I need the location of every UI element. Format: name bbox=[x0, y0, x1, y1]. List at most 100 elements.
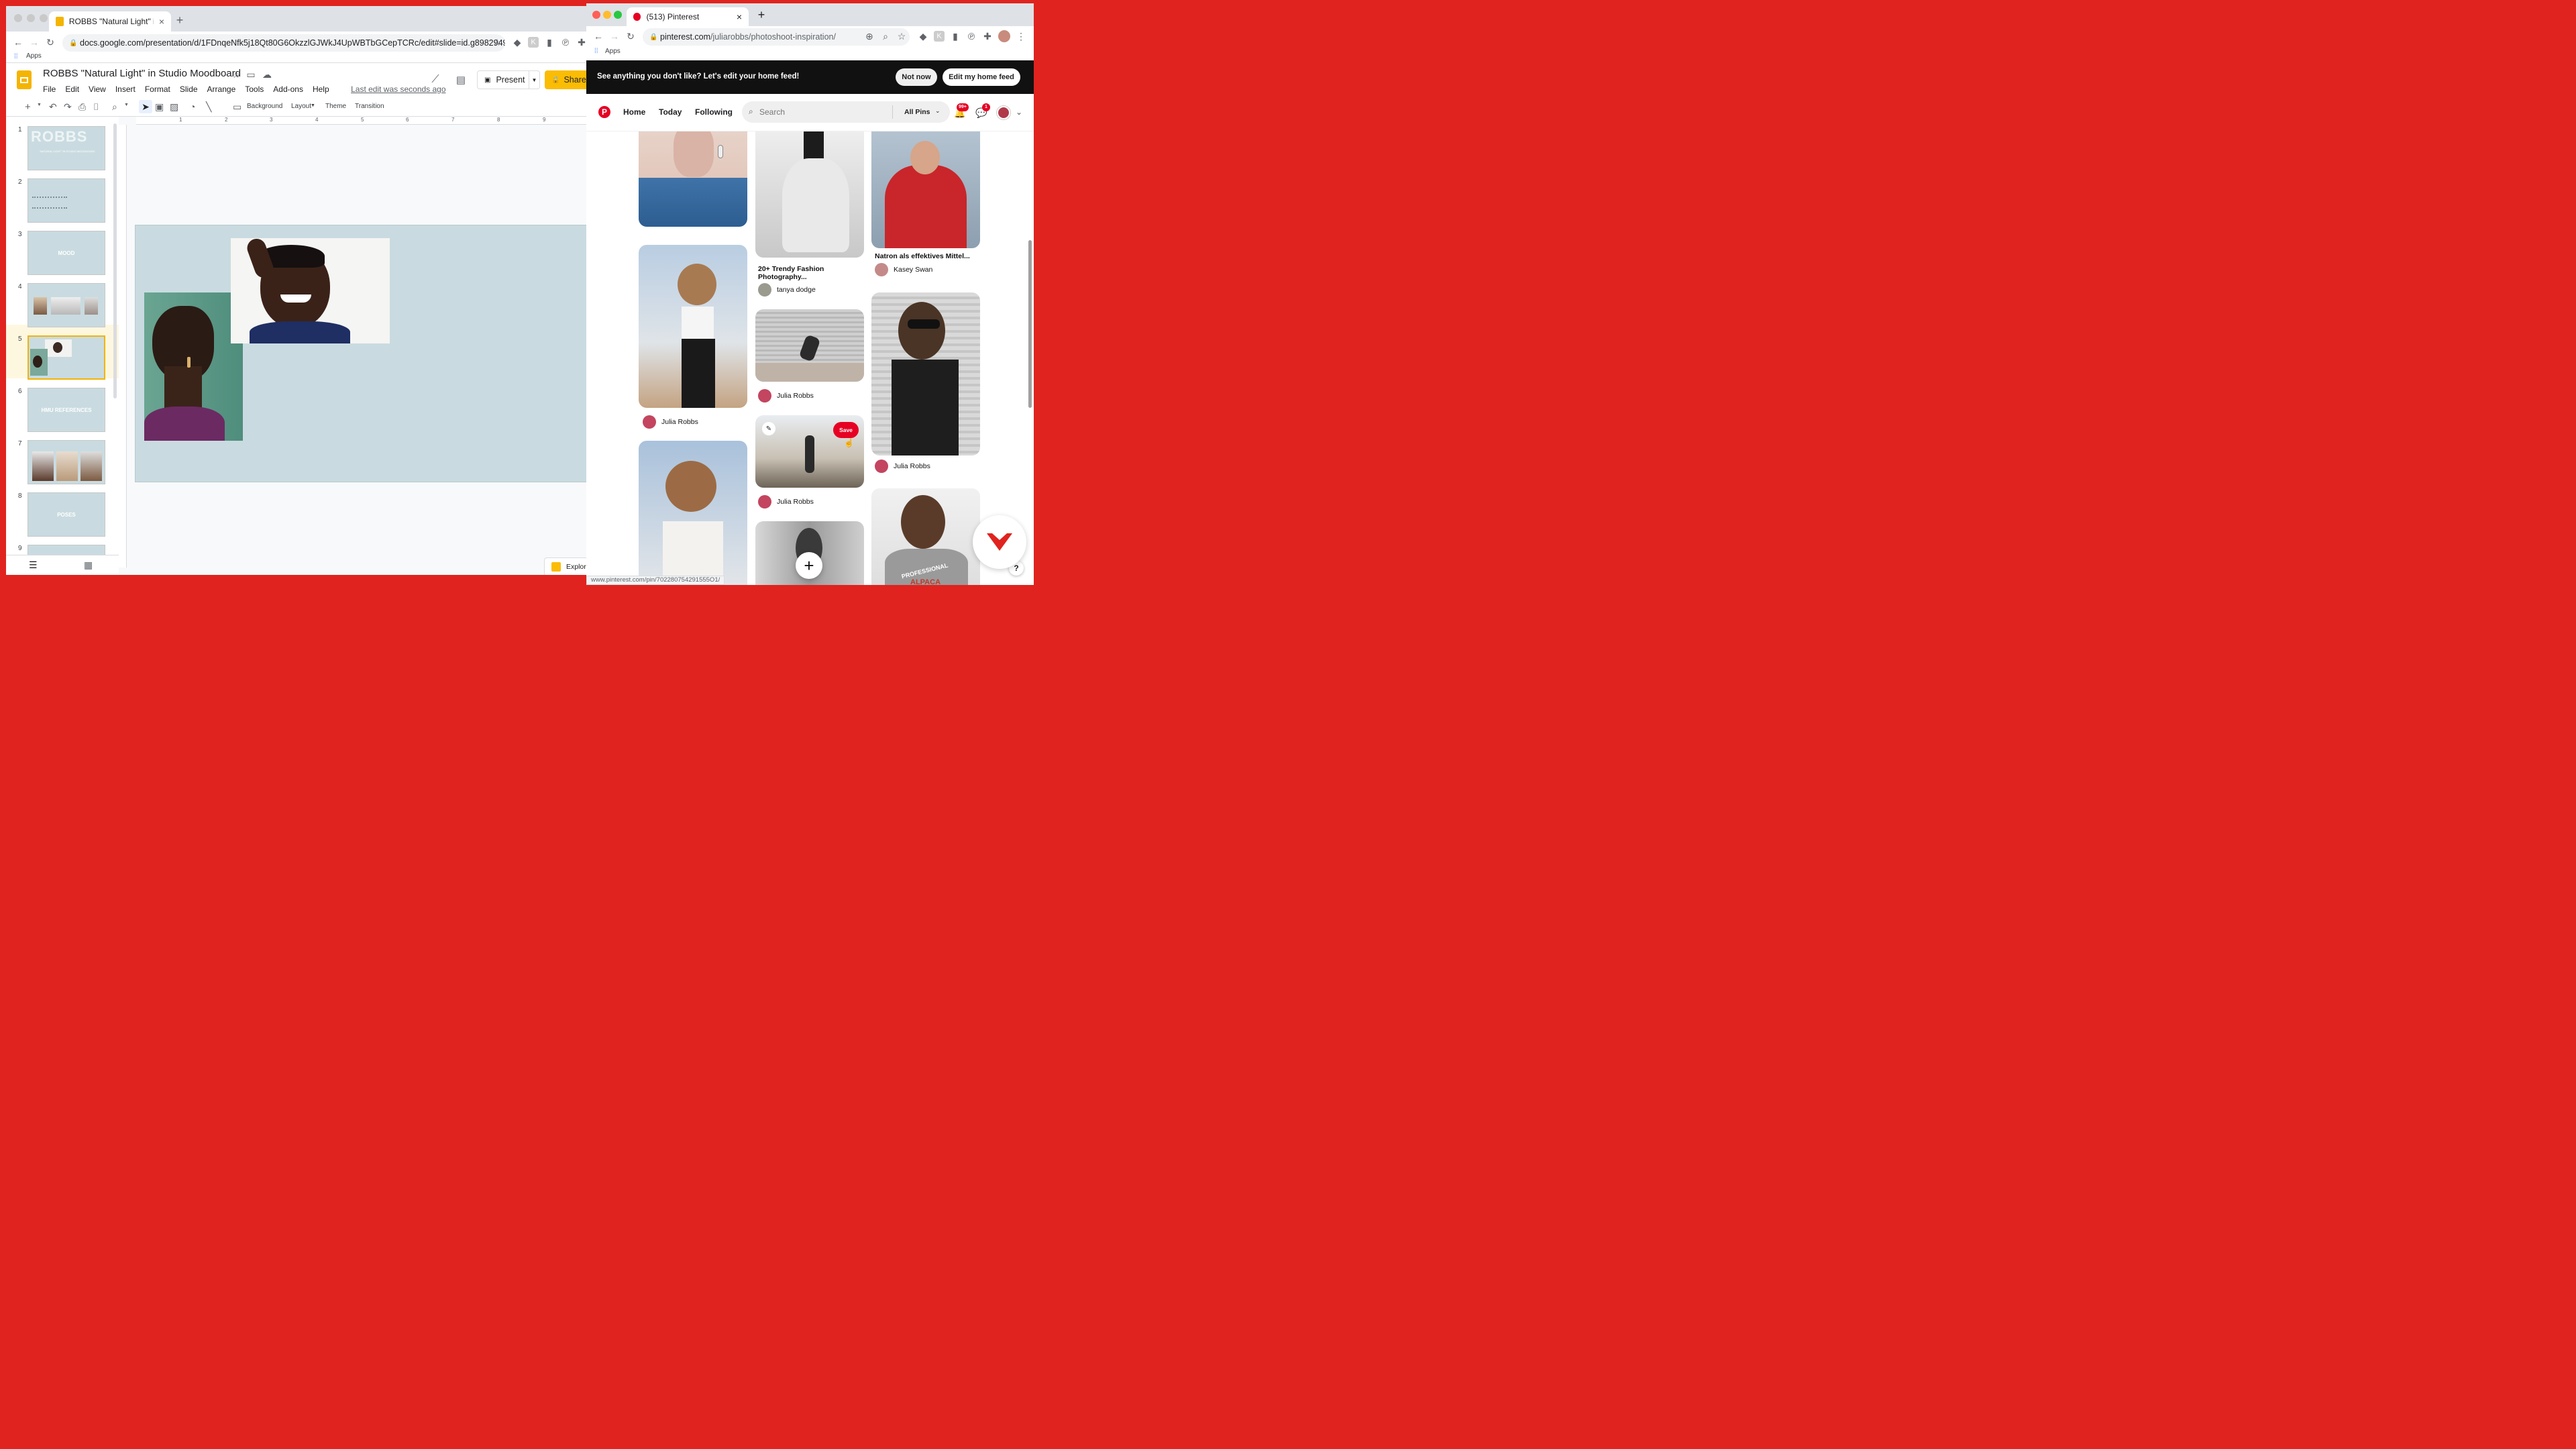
pin-port-woman[interactable]: ✎ Save ☝ bbox=[755, 415, 864, 488]
nav-home[interactable]: Home bbox=[623, 107, 645, 117]
menu-slide[interactable]: Slide bbox=[180, 85, 198, 94]
slide-thumb-8[interactable]: POSES bbox=[28, 492, 105, 537]
pin-jumping-runner[interactable] bbox=[755, 309, 864, 382]
pinterest-ext-icon[interactable]: ℗ bbox=[560, 37, 571, 48]
reload-icon[interactable]: ↻ bbox=[625, 31, 636, 42]
back-arrow-icon[interactable]: ← bbox=[13, 37, 23, 48]
slide-thumb-5[interactable] bbox=[28, 335, 105, 380]
puzzle-icon[interactable]: ✚ bbox=[576, 37, 587, 48]
pinner-tanya[interactable]: tanya dodge bbox=[758, 283, 816, 297]
doc-title[interactable]: ROBBS "Natural Light" in Studio Moodboar… bbox=[43, 68, 241, 79]
pinner-julia-3[interactable]: Julia Robbs bbox=[758, 495, 814, 508]
share-button[interactable]: 🔒 Share bbox=[545, 70, 587, 89]
nav-following[interactable]: Following bbox=[695, 107, 733, 117]
pinner-julia-4[interactable]: Julia Robbs bbox=[875, 460, 930, 473]
search-input[interactable]: Search bbox=[759, 107, 785, 117]
slide-canvas[interactable] bbox=[135, 225, 587, 482]
puzzle-icon[interactable]: ✚ bbox=[982, 31, 993, 42]
apps-bookmark[interactable]: Apps bbox=[605, 48, 621, 55]
pinterest-tab[interactable]: (513) Pinterest × bbox=[627, 7, 749, 26]
extension-bars-icon[interactable]: ▮ bbox=[950, 31, 961, 42]
menu-insert[interactable]: Insert bbox=[115, 85, 136, 94]
pinner-kasey[interactable]: Kasey Swan bbox=[875, 263, 932, 276]
pin-alpaca-tshirt[interactable]: PROFESSIONAL ALPACA bbox=[871, 488, 980, 585]
menu-help[interactable]: Help bbox=[313, 85, 329, 94]
present-dropdown-icon[interactable]: ▼ bbox=[529, 71, 539, 89]
dropbox-icon[interactable]: ◆ bbox=[918, 31, 928, 42]
pinner-julia-2[interactable]: Julia Robbs bbox=[758, 389, 814, 402]
extension-k-icon[interactable]: K bbox=[528, 37, 539, 48]
menu-addons[interactable]: Add-ons bbox=[273, 85, 303, 94]
chevron-down-icon[interactable]: ⌄ bbox=[935, 107, 941, 115]
menu-arrange[interactable]: Arrange bbox=[207, 85, 236, 94]
slide-thumb-7[interactable] bbox=[28, 440, 105, 484]
edit-home-feed-button[interactable]: Edit my home feed bbox=[943, 68, 1020, 86]
apps-grid-icon[interactable]: ⁞⁞ bbox=[14, 53, 18, 60]
minimize-window-dot[interactable] bbox=[603, 11, 611, 19]
slide-thumb-6[interactable]: HMU REFERENCES bbox=[28, 388, 105, 432]
activity-trend-icon[interactable]: ⟋ bbox=[429, 73, 442, 87]
bookmark-star-icon[interactable]: ☆ bbox=[492, 37, 502, 48]
list-view-icon[interactable]: ☰ bbox=[29, 559, 38, 571]
transition-button[interactable]: Transition bbox=[355, 103, 384, 110]
pin-denim-portrait[interactable] bbox=[639, 131, 747, 227]
pin-red-sweater[interactable] bbox=[871, 131, 980, 248]
new-tab-icon[interactable]: + bbox=[755, 8, 767, 21]
zoom-dropdown-icon[interactable]: ▼ bbox=[124, 103, 129, 107]
bookmark-star-icon[interactable]: ☆ bbox=[896, 31, 907, 42]
slides-logo-icon[interactable] bbox=[17, 70, 32, 89]
filmstrip-scrollbar[interactable] bbox=[113, 123, 117, 398]
redo-icon[interactable]: ↷ bbox=[64, 101, 72, 113]
feed-scrollbar[interactable] bbox=[1028, 240, 1032, 408]
forward-arrow-icon[interactable]: → bbox=[29, 37, 40, 48]
search-bar[interactable]: ⌕ Search All Pins ⌄ bbox=[742, 101, 950, 123]
pin-title-natron[interactable]: Natron als effektives Mittel... bbox=[875, 252, 979, 260]
pinterest-logo-icon[interactable]: P bbox=[598, 106, 610, 118]
comment-add-icon[interactable]: ▭ bbox=[233, 101, 241, 113]
slide-thumb-2[interactable] bbox=[28, 178, 105, 223]
back-arrow-icon[interactable]: ← bbox=[593, 31, 604, 42]
paint-format-icon[interactable]: ⌷ bbox=[93, 101, 99, 113]
explore-button[interactable]: Explore bbox=[544, 557, 587, 575]
close-window-dot[interactable] bbox=[14, 14, 22, 22]
slides-address-bar[interactable]: 🔒 docs.google.com/presentation/d/1FDnqeN… bbox=[62, 34, 505, 52]
pinterest-ext-icon[interactable]: ℗ bbox=[966, 31, 977, 42]
reload-icon[interactable]: ↻ bbox=[45, 37, 56, 48]
zoom-icon[interactable]: ⌕ bbox=[112, 101, 117, 113]
close-tab-icon[interactable]: × bbox=[159, 16, 164, 27]
move-folder-icon[interactable]: ▭ bbox=[246, 69, 256, 80]
apps-grid-icon[interactable]: ⁞⁞ bbox=[594, 48, 598, 55]
more-vert-icon[interactable]: ⋮ bbox=[1016, 31, 1026, 42]
image-icon[interactable]: ▨ bbox=[170, 101, 178, 113]
filmstrip[interactable]: 1 ROBBS "NATURAL LIGHT" IN STUDIO MOODBO… bbox=[6, 117, 119, 564]
layout-button[interactable]: Layout bbox=[291, 103, 311, 110]
slide-thumb-4[interactable] bbox=[28, 283, 105, 327]
menu-edit[interactable]: Edit bbox=[65, 85, 79, 94]
slide-thumb-1[interactable]: ROBBS "NATURAL LIGHT" IN STUDIO MOODBOAR… bbox=[28, 126, 105, 170]
new-slide-icon[interactable]: + bbox=[25, 101, 31, 113]
save-pin-button[interactable]: Save bbox=[833, 422, 859, 438]
dropbox-icon[interactable]: ◆ bbox=[512, 37, 523, 48]
star-icon[interactable]: ☆ bbox=[231, 69, 241, 80]
menu-tools[interactable]: Tools bbox=[245, 85, 264, 94]
pin-fashion-dress[interactable] bbox=[755, 131, 864, 258]
pin-curly-hair-woman[interactable] bbox=[639, 245, 747, 408]
background-button[interactable]: Background bbox=[247, 103, 282, 110]
menu-view[interactable]: View bbox=[89, 85, 106, 94]
extension-bars-icon[interactable]: ▮ bbox=[544, 37, 555, 48]
print-icon[interactable]: ⎙ bbox=[78, 101, 86, 113]
forward-arrow-icon[interactable]: → bbox=[609, 31, 620, 42]
smiling-portrait-image[interactable] bbox=[231, 238, 390, 343]
menu-format[interactable]: Format bbox=[145, 85, 170, 94]
line-icon[interactable]: ╲ bbox=[206, 101, 211, 113]
apps-bookmark[interactable]: Apps bbox=[26, 52, 42, 60]
theme-button[interactable]: Theme bbox=[325, 103, 346, 110]
nav-today[interactable]: Today bbox=[659, 107, 682, 117]
close-tab-icon[interactable]: × bbox=[737, 11, 742, 22]
zoom-icon[interactable]: ⌕ bbox=[880, 31, 891, 42]
menu-file[interactable]: File bbox=[43, 85, 56, 94]
zoom-window-dot[interactable] bbox=[40, 14, 48, 22]
new-tab-icon[interactable]: + bbox=[174, 13, 186, 27]
profile-avatar-icon[interactable] bbox=[998, 30, 1010, 42]
account-chevron-icon[interactable]: ⌄ bbox=[1016, 107, 1022, 117]
